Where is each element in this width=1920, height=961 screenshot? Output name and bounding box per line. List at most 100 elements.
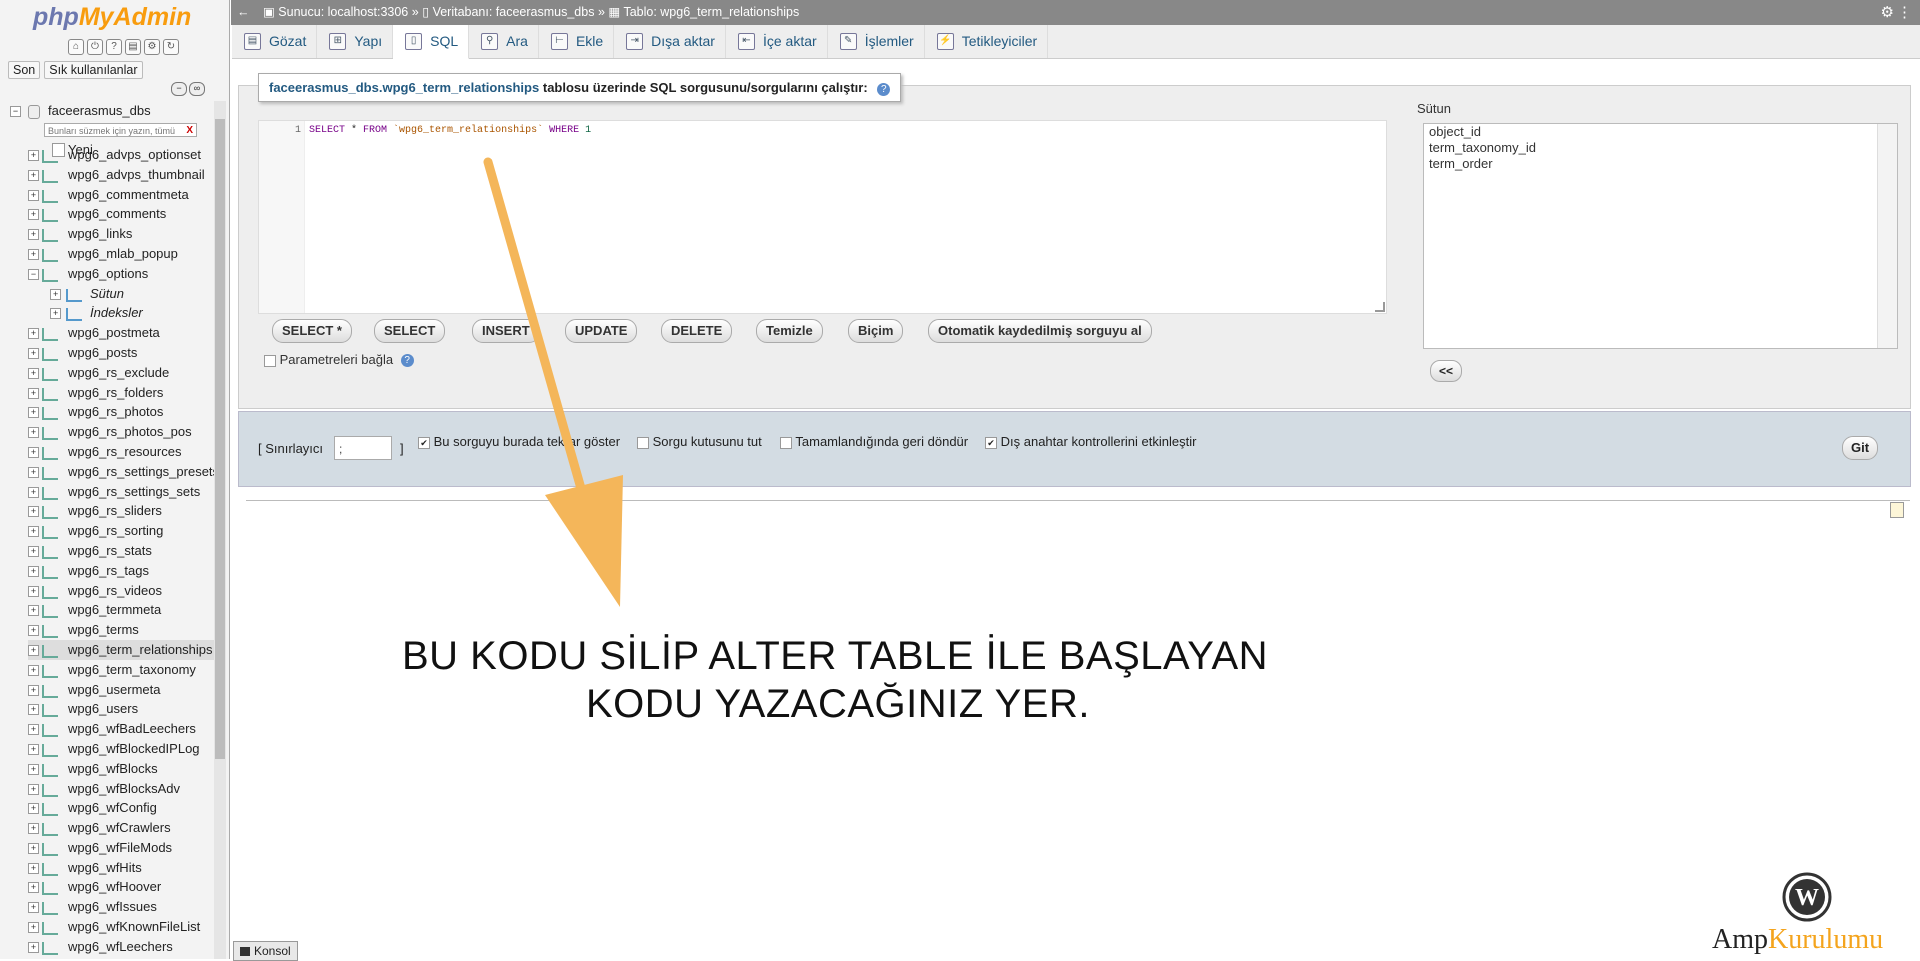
logout-icon[interactable]: ⏻	[87, 39, 103, 55]
table-item[interactable]: − wpg6_options	[28, 264, 218, 284]
expand-icon[interactable]: +	[28, 466, 39, 478]
expand-icon[interactable]: +	[28, 704, 39, 716]
keep-box-option[interactable]: Sorgu kutusunu tut	[637, 434, 762, 449]
table-item[interactable]: + wpg6_wfKnownFileList	[28, 917, 218, 937]
table-item[interactable]: + wpg6_wfCrawlers	[28, 818, 218, 838]
tab-sql[interactable]: ▯ SQL	[393, 25, 470, 59]
gear-icon[interactable]: ⚙	[1881, 0, 1894, 25]
expand-icon[interactable]: +	[28, 169, 39, 181]
tab-triggers[interactable]: ⚡ Tetikleyiciler	[925, 25, 1049, 58]
expand-icon[interactable]: +	[28, 565, 39, 577]
table-item[interactable]: + wpg6_commentmeta	[28, 185, 218, 205]
table-item[interactable]: + wpg6_wfBadLeechers	[28, 719, 218, 739]
expand-icon[interactable]: +	[28, 209, 39, 221]
expand-icon[interactable]: +	[28, 446, 39, 458]
expand-icon[interactable]: +	[28, 625, 39, 637]
database-node[interactable]: − faceerasmus_dbs	[8, 101, 213, 121]
table-item[interactable]: + wpg6_mlab_popup	[28, 244, 218, 264]
columns-select[interactable]: object_id term_taxonomy_id term_order	[1423, 123, 1898, 349]
expand-icon[interactable]: +	[28, 407, 39, 419]
table-item[interactable]: + wpg6_advps_optionset	[28, 145, 218, 165]
expand-icon[interactable]: +	[28, 150, 39, 161]
tab-import[interactable]: ⇤ İçe aktar	[726, 25, 828, 58]
table-filter-input[interactable]: Bunları süzmek için yazın, tümü X	[44, 123, 197, 137]
expand-icon[interactable]: +	[28, 922, 39, 934]
reload-icon[interactable]: ↻	[163, 39, 179, 55]
column-option[interactable]: term_taxonomy_id	[1424, 140, 1897, 156]
expand-icon[interactable]: +	[28, 506, 39, 518]
table-item[interactable]: + wpg6_terms	[28, 620, 218, 640]
table-item[interactable]: + wpg6_rs_folders	[28, 383, 218, 403]
sql-editor[interactable]: 1 SELECT * FROM `wpg6_term_relationships…	[258, 120, 1387, 314]
expand-icon[interactable]: +	[28, 842, 39, 854]
expand-icon[interactable]: +	[28, 367, 39, 379]
table-item[interactable]: + wpg6_rs_tags	[28, 561, 218, 581]
table-item[interactable]: + wpg6_wfBlocks	[28, 759, 218, 779]
resize-handle[interactable]	[1375, 302, 1385, 312]
clear-button[interactable]: Temizle	[756, 319, 823, 343]
expand-icon[interactable]: +	[50, 288, 61, 300]
table-item[interactable]: + wpg6_rs_videos	[28, 581, 218, 601]
expand-icon[interactable]: +	[28, 526, 39, 538]
bind-params-option[interactable]: Parametreleri bağla ?	[264, 352, 414, 368]
database-name[interactable]: faceerasmus_dbs	[48, 103, 151, 118]
expand-icon[interactable]: +	[28, 486, 39, 498]
settings-icon[interactable]: ⚙	[144, 39, 160, 55]
rollback-checkbox[interactable]	[780, 436, 792, 449]
docs-icon[interactable]: ▤	[125, 39, 141, 55]
bookmark-icon[interactable]	[1890, 502, 1904, 518]
link-with-main-icon[interactable]: ∞	[189, 82, 205, 96]
table-item[interactable]: + wpg6_wfBlockedIPLog	[28, 739, 218, 759]
expand-icon[interactable]: +	[28, 902, 39, 914]
select-star-button[interactable]: SELECT *	[272, 319, 352, 343]
tree-sub-item[interactable]: + Sütun	[28, 284, 218, 304]
tab-export[interactable]: ⇥ Dışa aktar	[614, 25, 726, 58]
help-icon[interactable]: ?	[106, 39, 122, 55]
expand-icon[interactable]: +	[28, 229, 39, 241]
phpmyadmin-logo[interactable]: phpMyAdmin	[33, 3, 191, 32]
select-button[interactable]: SELECT	[374, 319, 446, 343]
table-item[interactable]: + wpg6_wfConfig	[28, 798, 218, 818]
table-item[interactable]: + wpg6_wfHoover	[28, 877, 218, 897]
table-item[interactable]: + wpg6_links	[28, 224, 218, 244]
expand-icon[interactable]: +	[28, 664, 39, 676]
expand-icon[interactable]: +	[28, 941, 39, 953]
table-item[interactable]: + wpg6_wfBlocksAdv	[28, 779, 218, 799]
table-item[interactable]: + wpg6_rs_stats	[28, 541, 218, 561]
recent-tab[interactable]: Son	[8, 61, 41, 79]
autosaved-query-button[interactable]: Otomatik kaydedilmiş sorguyu al	[928, 319, 1152, 343]
insert-column-button[interactable]: <<	[1430, 360, 1463, 382]
tree-sub-item[interactable]: + İndeksler	[28, 303, 218, 323]
table-item[interactable]: + wpg6_termmeta	[28, 600, 218, 620]
collapse-icon[interactable]: −	[10, 106, 21, 117]
table-item[interactable]: + wpg6_wfLeechers	[28, 937, 218, 957]
expand-icon[interactable]: +	[28, 684, 39, 696]
delimiter-input[interactable]: ;	[334, 436, 392, 460]
column-option[interactable]: object_id	[1424, 124, 1897, 140]
tab-operations[interactable]: ✎ İşlemler	[828, 25, 925, 58]
table-item[interactable]: + wpg6_wfFileMods	[28, 838, 218, 858]
tab-search[interactable]: ⚲ Ara	[469, 25, 539, 58]
expand-icon[interactable]: +	[28, 882, 39, 894]
home-icon[interactable]: ⌂	[68, 39, 84, 55]
expand-icon[interactable]: +	[28, 347, 39, 359]
menu-toggle-icon[interactable]: ⋮	[1897, 0, 1912, 25]
expand-icon[interactable]: +	[28, 783, 39, 795]
favorites-tab[interactable]: Sık kullanılanlar	[44, 61, 143, 79]
tab-insert[interactable]: ⊢ Ekle	[539, 25, 615, 58]
expand-icon[interactable]: +	[28, 644, 39, 656]
expand-icon[interactable]: +	[50, 308, 61, 320]
expand-icon[interactable]: +	[28, 248, 39, 260]
expand-icon[interactable]: +	[28, 862, 39, 874]
table-item[interactable]: + wpg6_comments	[28, 204, 218, 224]
help-icon[interactable]: ?	[877, 83, 891, 96]
table-item[interactable]: + wpg6_rs_settings_sets	[28, 482, 218, 502]
table-item[interactable]: + wpg6_advps_thumbnail	[28, 165, 218, 185]
expand-icon[interactable]: +	[28, 823, 39, 835]
nav-scrollbar[interactable]	[214, 101, 226, 959]
table-item[interactable]: + wpg6_rs_resources	[28, 442, 218, 462]
expand-icon[interactable]: +	[28, 724, 39, 736]
expand-icon[interactable]: +	[28, 189, 39, 201]
go-button[interactable]: Git	[1842, 436, 1879, 460]
table-item[interactable]: + wpg6_term_relationships	[28, 639, 218, 660]
